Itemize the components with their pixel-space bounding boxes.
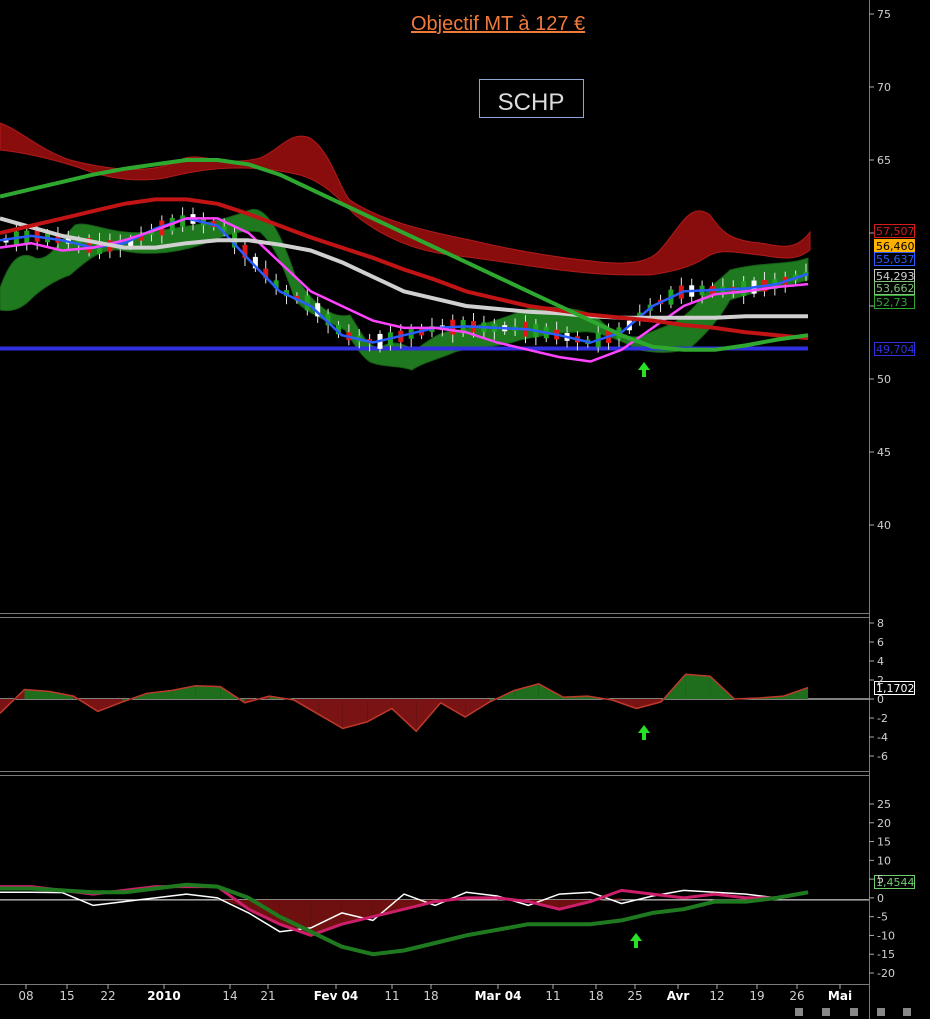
price-tag-label: 49,704 [876, 343, 915, 356]
osc-area-segment [195, 685, 221, 699]
upper-band-ribbon [0, 122, 811, 276]
osc-area-segment [514, 683, 539, 699]
mom-tick-label: 20 [877, 817, 891, 830]
crosshair-icon[interactable] [850, 1008, 858, 1016]
oscillator-panel: 1,1702 [0, 673, 915, 733]
date-label: 21 [260, 989, 275, 1003]
date-label: 18 [423, 989, 438, 1003]
date-label: 15 [59, 989, 74, 1003]
mom-tick-label: 0 [877, 892, 884, 905]
mom-tick-label: 5 [877, 873, 884, 886]
price-tick-label: 70 [877, 81, 891, 94]
osc-tick-label: 8 [877, 617, 884, 630]
price-tags: 57,50756,46055,63754,29353,66252,7349,70… [874, 224, 915, 356]
momentum-panel: 1,4544 [0, 875, 915, 957]
mom-tick-label: 25 [877, 798, 891, 811]
price-tag-label: 57,507 [876, 225, 915, 238]
mom-tick-label: -15 [877, 948, 895, 961]
mom-tick-label: 10 [877, 854, 891, 867]
mom-tick-label: -20 [877, 967, 895, 980]
osc-tick-label: -6 [877, 750, 888, 763]
date-label: 26 [789, 989, 804, 1003]
osc-area-segment [685, 674, 711, 699]
price-tick-label: 40 [877, 519, 891, 532]
osc-tick-label: 4 [877, 655, 884, 668]
signal-arrows [630, 362, 650, 948]
price-tick-label: 65 [877, 154, 891, 167]
osc-tick-label: 2 [877, 674, 884, 687]
osc-tick-label: -2 [877, 712, 888, 725]
date-label: 22 [100, 989, 115, 1003]
date-axis: 08 15 22 2010 14 21 Fev 04 11 18 Mar 04 11 18 25 Avr 1… [18, 984, 852, 1003]
date-label: 19 [749, 989, 764, 1003]
panel-frames [0, 0, 870, 1019]
date-label: 08 [18, 989, 33, 1003]
price-tick-label: 45 [877, 446, 891, 459]
date-label: Mai [828, 989, 852, 1003]
date-label: Fev 04 [314, 989, 359, 1003]
date-label: 11 [545, 989, 560, 1003]
chart-canvas: SCHP 75706560504540 57,50756,46055,63754… [0, 0, 915, 1019]
price-tag-label: 56,460 [876, 240, 915, 253]
price-tag-label: 53,662 [876, 282, 915, 295]
osc-area-segment [318, 699, 343, 729]
price-tag-label: 52,73 [876, 296, 908, 309]
mom-tick-label: -10 [877, 929, 895, 942]
mom-tick-label: -5 [877, 911, 888, 924]
date-label: 18 [588, 989, 603, 1003]
date-label: 14 [222, 989, 237, 1003]
mom-tick-label: 15 [877, 836, 891, 849]
symbol-box: SCHP [479, 79, 584, 118]
price-tag-label: 55,637 [876, 253, 915, 266]
momentum-line [0, 882, 809, 957]
draw-icon[interactable] [877, 1008, 885, 1016]
date-label: 25 [627, 989, 642, 1003]
pan-icon[interactable] [822, 1008, 830, 1016]
date-label: 11 [384, 989, 399, 1003]
price-tick-label: 75 [877, 8, 891, 21]
price-tick-label: 50 [877, 373, 891, 386]
osc-tick-label: 0 [877, 693, 884, 706]
osc-area-segment [391, 699, 417, 732]
date-label: 12 [709, 989, 724, 1003]
date-label: Avr [667, 989, 690, 1003]
osc-tick-label: -4 [877, 731, 888, 744]
osc-tick-label: 6 [877, 636, 884, 649]
osc-area-segment [342, 699, 368, 729]
zoom-icon[interactable] [795, 1008, 803, 1016]
date-label: 2010 [147, 989, 180, 1003]
date-label: Mar 04 [475, 989, 522, 1003]
svg-text:SCHP: SCHP [498, 89, 565, 116]
toolbar-icons [795, 1008, 911, 1016]
settings-icon[interactable] [903, 1008, 911, 1016]
